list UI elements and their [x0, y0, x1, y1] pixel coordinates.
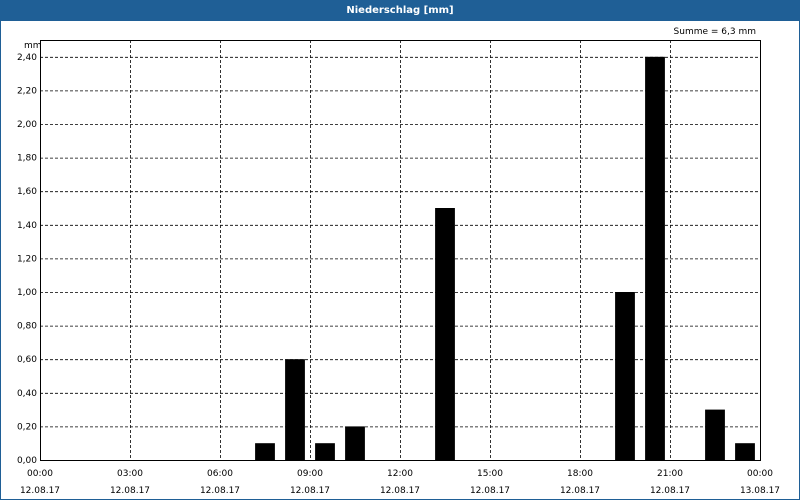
y-tick-label: 1,00	[17, 288, 37, 298]
precipitation-bar	[705, 409, 725, 460]
precipitation-bar	[315, 443, 335, 460]
x-tick-time-label: 00:00	[747, 469, 773, 479]
y-tick-label: 0,80	[17, 322, 37, 332]
y-tick-labels: 0,00 0,20 0,40 0,60 0,80 1,00 1,20 1,40 1,60 1,80…	[17, 53, 37, 466]
y-tick-label: 1,80	[17, 154, 37, 164]
x-tick-date-label: 12.08.17	[290, 486, 330, 496]
x-tick-time-label: 12:00	[387, 469, 413, 479]
y-axis-unit-label: mm	[24, 41, 42, 51]
bars-group	[255, 56, 755, 461]
x-tick-time-label: 21:00	[657, 469, 683, 479]
precipitation-bar	[435, 208, 455, 460]
x-tick-date-label: 12.08.17	[110, 486, 150, 496]
y-tick-label: 2,00	[17, 120, 37, 130]
precipitation-bar	[645, 56, 665, 461]
precipitation-bar	[615, 292, 635, 460]
x-tick-time-label: 09:00	[297, 469, 323, 479]
x-tick-time-label: 15:00	[477, 469, 503, 479]
precipitation-bar	[255, 443, 275, 460]
y-tick-label: 0,60	[17, 355, 37, 365]
precipitation-chart: mm Summe = 6,3 mm 0,00 0,20 0,40 0,60 0,80 1,…	[17, 27, 780, 496]
x-tick-date-label: 13.08.17	[740, 486, 780, 496]
x-tick-date-label: 12.08.17	[650, 486, 690, 496]
precipitation-bar	[735, 443, 755, 460]
x-tick-time-label: 06:00	[207, 469, 233, 479]
x-tick-date-label: 12.08.17	[20, 486, 60, 496]
sum-annotation: Summe = 6,3 mm	[674, 27, 756, 37]
x-tick-date-label: 12.08.17	[470, 486, 510, 496]
x-tick-time-label: 18:00	[567, 469, 593, 479]
y-tick-label: 2,20	[17, 86, 37, 96]
x-tick-date-label: 12.08.17	[560, 486, 600, 496]
x-tick-time-label: 03:00	[117, 469, 143, 479]
y-tick-label: 0,00	[17, 456, 37, 466]
y-tick-label: 2,40	[17, 53, 37, 63]
y-tick-label: 1,60	[17, 187, 37, 197]
precipitation-bar	[285, 359, 305, 460]
y-tick-label: 0,20	[17, 422, 37, 432]
x-tick-date-label: 12.08.17	[200, 486, 240, 496]
y-tick-label: 1,20	[17, 254, 37, 264]
x-tick-labels: 00:00 12.08.17 03:00 12.08.17 06:00 12.08.17 0…	[20, 469, 780, 496]
x-tick-date-label: 12.08.17	[380, 486, 420, 496]
precipitation-bar	[345, 426, 365, 460]
y-tick-label: 1,40	[17, 221, 37, 231]
y-tick-label: 0,40	[17, 389, 37, 399]
x-tick-time-label: 00:00	[27, 469, 53, 479]
